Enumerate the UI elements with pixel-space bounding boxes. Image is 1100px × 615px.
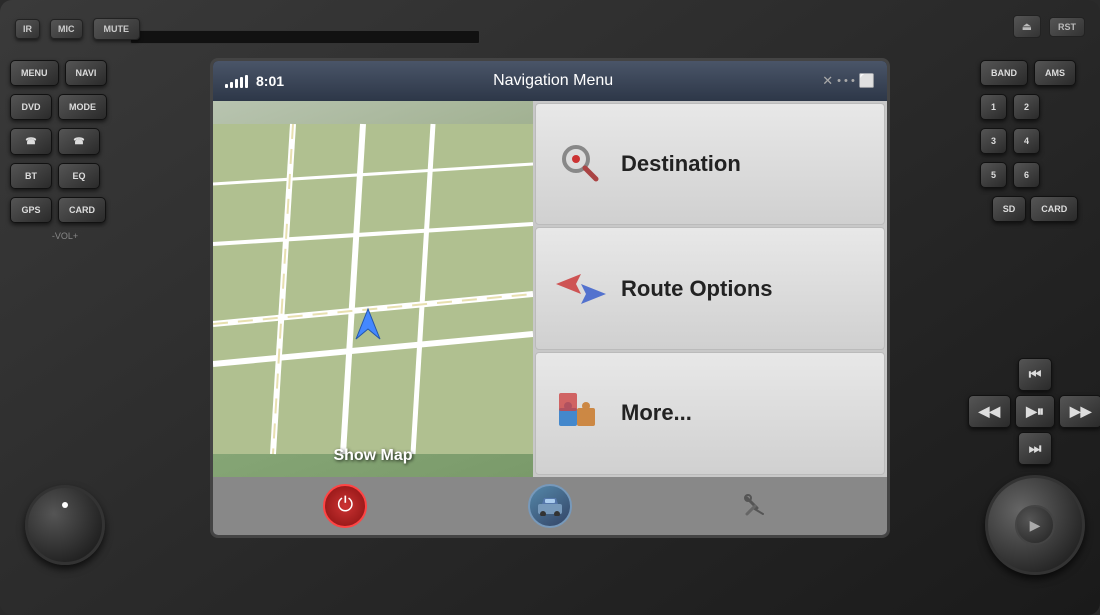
route-options-icon xyxy=(551,261,606,316)
preset-3-button[interactable]: 3 xyxy=(980,128,1007,154)
screen-footer: ⏻ xyxy=(213,477,887,535)
screen-header: 8:01 Navigation Menu ✕ • • • ⬜ xyxy=(213,61,887,101)
play-pause-button[interactable]: ▶⏸ xyxy=(1015,395,1055,428)
play-icon: ▶ xyxy=(1030,517,1041,534)
signal-bar-1 xyxy=(225,84,228,88)
car-icon xyxy=(536,496,564,516)
top-right-controls: ⏏ RST xyxy=(1013,15,1085,38)
forward-button[interactable]: ▶▶ xyxy=(1059,395,1100,428)
right-row-5: SD CARD xyxy=(980,196,1090,222)
menu-area: Destination Route Options xyxy=(533,101,887,477)
ams-button[interactable]: AMS xyxy=(1034,60,1076,86)
left-row-5: GPS CARD xyxy=(10,197,120,223)
left-row-3: ☎ ☎ xyxy=(10,128,120,155)
rst-button[interactable]: RST xyxy=(1049,17,1085,37)
media-knob[interactable]: ▶ xyxy=(985,475,1085,575)
media-btn-row-2: ◀◀ ▶⏸ ▶▶ xyxy=(985,395,1085,428)
menu-button[interactable]: MENU xyxy=(10,60,59,86)
signal-time: 8:01 xyxy=(225,73,284,89)
destination-label: Destination xyxy=(621,151,741,177)
dvd-button[interactable]: DVD xyxy=(10,94,52,120)
left-row-4: BT EQ xyxy=(10,163,120,189)
preset-4-button[interactable]: 4 xyxy=(1013,128,1040,154)
media-controls: ⏮ ◀◀ ▶⏸ ▶▶ ⏭ xyxy=(985,358,1085,465)
call-button[interactable]: ☎ xyxy=(10,128,52,155)
screen-container: 8:01 Navigation Menu ✕ • • • ⬜ xyxy=(210,58,890,538)
route-options-label: Route Options xyxy=(621,276,773,302)
signal-bar-3 xyxy=(235,79,238,88)
signal-bar-4 xyxy=(240,77,243,88)
mic-button[interactable]: MIC xyxy=(50,19,83,39)
time-display: 8:01 xyxy=(256,73,284,89)
top-left-controls: IR MIC MUTE xyxy=(15,18,140,40)
end-call-button[interactable]: ☎ xyxy=(58,128,100,155)
map-svg xyxy=(213,101,533,477)
car-unit: IR MIC MUTE ⏏ RST MENU NAVI DVD MODE ☎ ☎… xyxy=(0,0,1100,615)
more-label: More... xyxy=(621,400,692,426)
skip-forward-button[interactable]: ⏭ xyxy=(1018,432,1053,465)
rewind-button[interactable]: ◀◀ xyxy=(968,395,1012,428)
vol-label: -VOL+ xyxy=(10,231,120,241)
volume-knob[interactable] xyxy=(25,485,105,565)
skip-back-button[interactable]: ⏮ xyxy=(1018,358,1053,391)
band-button[interactable]: BAND xyxy=(980,60,1028,86)
power-footer-button[interactable]: ⏻ xyxy=(323,484,367,528)
mute-button[interactable]: MUTE xyxy=(93,18,141,40)
nav-title: Navigation Menu xyxy=(493,72,613,90)
destination-icon xyxy=(551,136,606,191)
ir-button[interactable]: IR xyxy=(15,19,40,39)
preset-5-button[interactable]: 5 xyxy=(980,162,1007,188)
navi-button[interactable]: NAVI xyxy=(65,60,108,86)
card-button-left[interactable]: CARD xyxy=(58,197,106,223)
tape-slot xyxy=(130,30,480,44)
media-btn-row-3: ⏭ xyxy=(985,432,1085,465)
dot-icons: • • • xyxy=(837,75,855,87)
eq-button[interactable]: EQ xyxy=(58,163,100,189)
preset-2-button[interactable]: 2 xyxy=(1013,94,1040,120)
destination-menu-item[interactable]: Destination xyxy=(535,103,885,226)
more-menu-item[interactable]: More... xyxy=(535,352,885,475)
right-row-4: 5 6 xyxy=(980,162,1090,188)
car-footer-button[interactable] xyxy=(528,484,572,528)
mode-button[interactable]: MODE xyxy=(58,94,107,120)
header-icons: ✕ • • • ⬜ xyxy=(822,73,875,89)
bt-button[interactable]: BT xyxy=(10,163,52,189)
right-row-2: 1 2 xyxy=(980,94,1090,120)
power-icon: ⏻ xyxy=(337,494,353,517)
route-options-menu-item[interactable]: Route Options xyxy=(535,227,885,350)
no-signal-icon: ✕ xyxy=(822,73,833,89)
battery-icon: ⬜ xyxy=(859,73,875,89)
left-row-2: DVD MODE xyxy=(10,94,120,120)
signal-bar-5 xyxy=(245,75,248,88)
right-panel: BAND AMS 1 2 3 4 5 6 SD CARD xyxy=(980,60,1090,222)
left-row-1: MENU NAVI xyxy=(10,60,120,86)
show-map-label: Show Map xyxy=(333,447,412,465)
more-icon xyxy=(551,386,606,441)
tools-footer-button[interactable] xyxy=(733,484,777,528)
right-row-1: BAND AMS xyxy=(980,60,1090,86)
preset-6-button[interactable]: 6 xyxy=(1013,162,1040,188)
eject-button[interactable]: ⏏ xyxy=(1013,15,1041,38)
sd-button[interactable]: SD xyxy=(992,196,1027,222)
screen: 8:01 Navigation Menu ✕ • • • ⬜ xyxy=(213,61,887,535)
media-center-button[interactable]: ▶ xyxy=(1015,505,1055,545)
card-button-right[interactable]: CARD xyxy=(1030,196,1078,222)
gps-button[interactable]: GPS xyxy=(10,197,52,223)
right-row-3: 3 4 xyxy=(980,128,1090,154)
media-btn-row-1: ⏮ xyxy=(985,358,1085,391)
preset-1-button[interactable]: 1 xyxy=(980,94,1007,120)
screen-body: Show Map xyxy=(213,101,887,477)
left-panel: MENU NAVI DVD MODE ☎ ☎ BT EQ GPS CARD -V… xyxy=(10,60,120,244)
volume-knob-area xyxy=(25,485,105,565)
signal-bar-2 xyxy=(230,82,233,88)
signal-bars xyxy=(225,74,248,88)
media-knob-area: ▶ xyxy=(985,475,1085,575)
knob-dot xyxy=(62,502,68,508)
tools-icon xyxy=(741,492,769,520)
map-area[interactable]: Show Map xyxy=(213,101,533,477)
